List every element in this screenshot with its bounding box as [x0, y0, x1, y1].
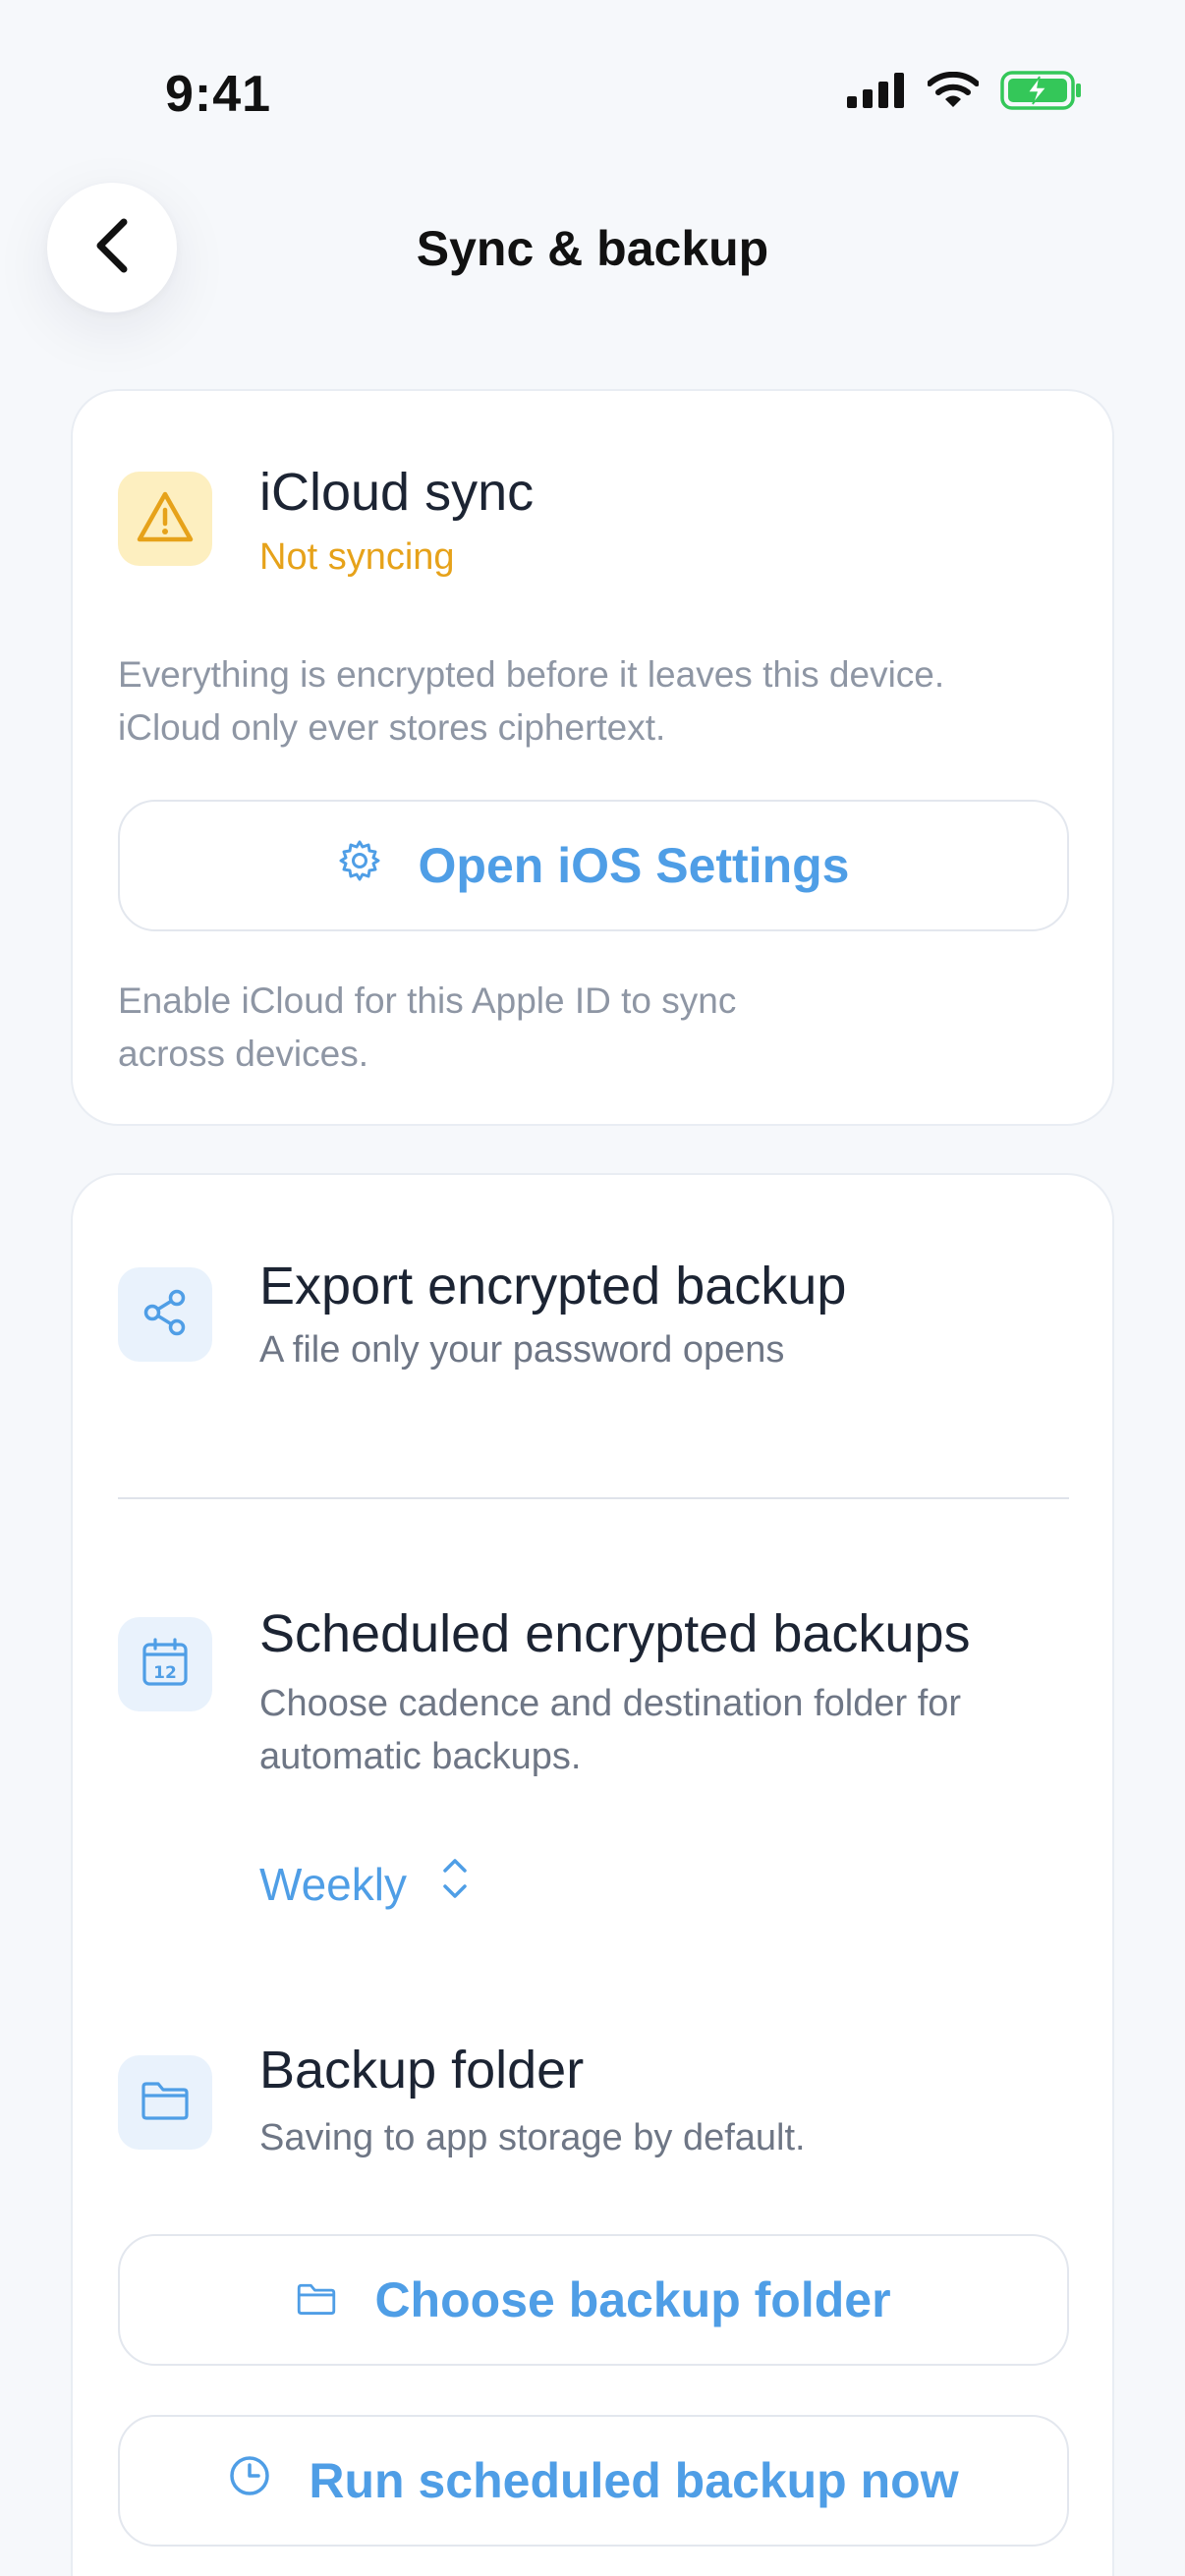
- icloud-hint-line1: Enable iCloud for this Apple ID to sync: [118, 980, 737, 1021]
- scheduled-backups-subtitle-line2: automatic backups.: [259, 1736, 582, 1777]
- chevron-up-down-icon: [440, 1855, 470, 1913]
- sync-backup-screen: 9:41 Sync & backup iCloud sync Not synci…: [0, 0, 1185, 2576]
- status-time: 9:41: [165, 66, 272, 123]
- export-backup-title[interactable]: Export encrypted backup: [259, 1256, 846, 1316]
- page-title: Sync & backup: [416, 221, 769, 276]
- section-divider: [118, 1497, 1069, 1499]
- icloud-description-line2: iCloud only ever stores ciphertext.: [118, 707, 666, 748]
- scheduled-backups-title: Scheduled encrypted backups: [259, 1604, 971, 1663]
- svg-text:12: 12: [153, 1663, 177, 1683]
- folder-icon: [296, 2271, 337, 2328]
- backup-folder-subtitle: Saving to app storage by default.: [259, 2117, 806, 2158]
- cadence-value: Weekly: [259, 1858, 407, 1910]
- status-icons: [847, 71, 1083, 110]
- open-ios-settings-button[interactable]: Open iOS Settings: [118, 800, 1069, 931]
- share-tile[interactable]: [118, 1267, 212, 1362]
- icloud-hint-line2: across devices.: [118, 1034, 368, 1074]
- run-scheduled-backup-button[interactable]: Run scheduled backup now: [118, 2415, 1069, 2547]
- scheduled-backups-subtitle-line1: Choose cadence and destination folder fo…: [259, 1683, 962, 1724]
- icloud-sync-status: Not syncing: [259, 536, 455, 578]
- battery-charging-icon: [1000, 71, 1083, 110]
- calendar-icon: 12: [141, 1637, 190, 1693]
- gear-icon: [338, 837, 381, 894]
- icloud-sync-title: iCloud sync: [259, 463, 535, 522]
- choose-backup-folder-button[interactable]: Choose backup folder: [118, 2234, 1069, 2366]
- backup-card: Export encrypted backup A file only your…: [71, 1173, 1114, 2576]
- cadence-picker[interactable]: Weekly: [259, 1855, 470, 1913]
- warning-tile: [118, 472, 212, 566]
- folder-icon: [140, 2079, 191, 2127]
- warning-triangle-icon: [137, 490, 194, 548]
- calendar-tile: 12: [118, 1617, 212, 1711]
- wifi-icon: [928, 72, 979, 109]
- cellular-signal-icon: [847, 73, 906, 108]
- choose-backup-folder-label: Choose backup folder: [374, 2272, 891, 2327]
- export-backup-subtitle: A file only your password opens: [259, 1329, 785, 1371]
- folder-tile: [118, 2055, 212, 2150]
- run-scheduled-backup-label: Run scheduled backup now: [309, 2453, 959, 2508]
- icloud-sync-card: iCloud sync Not syncing Everything is en…: [71, 389, 1114, 1126]
- icloud-description-line1: Everything is encrypted before it leaves…: [118, 654, 945, 695]
- share-icon: [140, 1287, 191, 1343]
- status-bar: 9:41: [0, 0, 1185, 187]
- backup-folder-title: Backup folder: [259, 2041, 585, 2100]
- open-ios-settings-label: Open iOS Settings: [418, 838, 850, 893]
- clock-icon: [228, 2452, 271, 2509]
